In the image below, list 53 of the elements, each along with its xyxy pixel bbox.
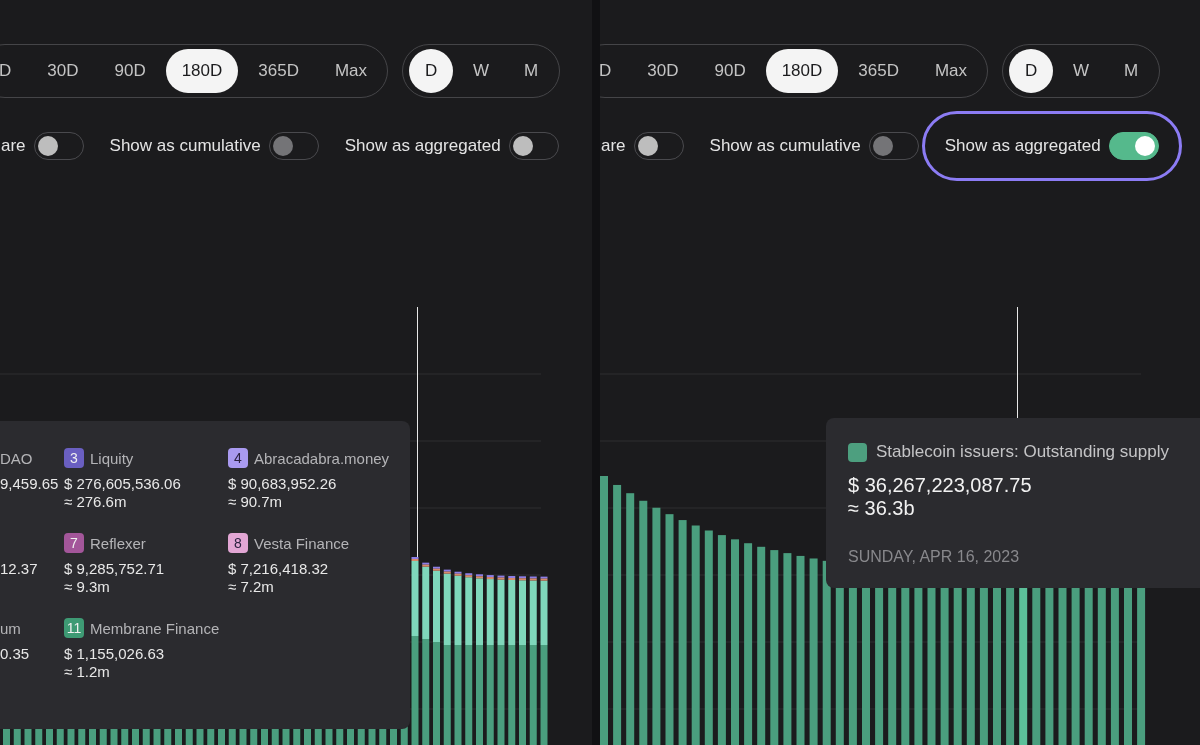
- number-badge: 3: [64, 448, 84, 468]
- interval-tab[interactable]: M: [1109, 49, 1154, 93]
- interval-tab[interactable]: W: [1059, 49, 1104, 93]
- series-value: $ 90,683,952.26: [228, 475, 338, 492]
- approx-value: ≈ 9.3m: [64, 578, 111, 595]
- series-value: $ 276,605,536.06: [64, 475, 182, 492]
- range-tab[interactable]: 365D: [242, 49, 315, 93]
- interval-tab[interactable]: D: [1009, 49, 1054, 93]
- range-tab[interactable]: 90D: [98, 49, 162, 93]
- range-tab[interactable]: 30D: [31, 49, 95, 93]
- interval-tab[interactable]: M: [509, 49, 554, 93]
- range-tab[interactable]: Max: [918, 49, 984, 93]
- toggle-label: Show as aggregated: [944, 136, 1101, 156]
- interval-tab[interactable]: D: [409, 49, 454, 93]
- approx-value: ≈ 36.3b: [848, 497, 916, 520]
- series-value: $ 9,285,752.71: [64, 560, 166, 577]
- number-badge: 11: [64, 618, 84, 638]
- toggle-label: Show as cumulative: [709, 136, 861, 156]
- range-tab[interactable]: 180D: [765, 49, 839, 93]
- range-tab[interactable]: D: [600, 49, 628, 93]
- series-value: $ 7,216,418.32: [228, 560, 330, 577]
- series-value: 0.35: [0, 645, 31, 662]
- range-tab[interactable]: 365D: [842, 49, 915, 93]
- approx-value: ≈ 1.2m: [64, 663, 111, 680]
- total-value: $ 36,267,223,087.75: [848, 474, 1033, 497]
- series-name: Reflexer: [90, 534, 146, 552]
- series-name: Abracadabra.money: [254, 449, 390, 467]
- toggle-label: Show as aggregated: [344, 136, 501, 156]
- series-value: 12.37: [0, 560, 39, 577]
- toggle-label: are: [1, 136, 26, 156]
- number-badge: 4: [228, 448, 248, 468]
- interval-tab[interactable]: W: [459, 49, 504, 93]
- approx-value: ≈ 276.6m: [64, 493, 128, 510]
- series-name: Stablecoin issuers: Outstanding supply: [876, 442, 1169, 462]
- range-tab[interactable]: 30D: [631, 49, 695, 93]
- approx-value: ≈ 90.7m: [228, 493, 284, 510]
- range-tab[interactable]: 90D: [698, 49, 762, 93]
- toggle-label: Show as cumulative: [109, 136, 261, 156]
- range-tab[interactable]: Max: [318, 49, 384, 93]
- series-value: $ 1,155,026.63: [64, 645, 166, 662]
- series-name: Vesta Finance: [254, 534, 350, 552]
- series-name: Liquity: [90, 449, 134, 467]
- approx-value: ≈ 7.2m: [228, 578, 275, 595]
- series-name: DAO: [0, 449, 33, 467]
- range-tab[interactable]: D: [0, 49, 28, 93]
- date-label: SUNDAY, APR 16, 2023: [848, 548, 1021, 566]
- series-name: um: [0, 619, 21, 637]
- number-badge: 8: [228, 533, 248, 553]
- range-tab[interactable]: 180D: [165, 49, 239, 93]
- toggle-label: are: [601, 136, 626, 156]
- series-name: Membrane Finance: [90, 619, 220, 637]
- number-badge: 7: [64, 533, 84, 553]
- series-value: 9,459.65: [0, 475, 60, 492]
